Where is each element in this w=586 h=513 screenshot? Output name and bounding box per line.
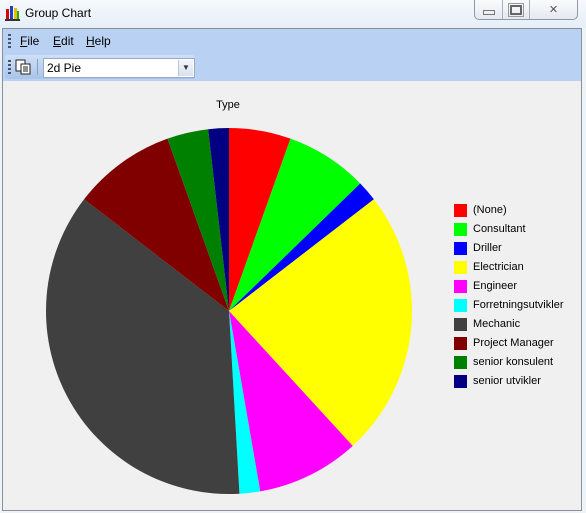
- legend-label: senior utvikler: [473, 375, 541, 387]
- legend-swatch: [454, 337, 467, 350]
- legend-swatch: [454, 261, 467, 274]
- legend-swatch: [454, 318, 467, 331]
- legend-swatch: [454, 356, 467, 369]
- pie-chart: [45, 128, 412, 494]
- legend-label: Electrician: [473, 261, 524, 273]
- maximize-icon: [508, 2, 524, 17]
- legend-swatch: [454, 375, 467, 388]
- chart-area: Type (None) Consultant Driller Electrician E…: [3, 81, 581, 510]
- window-controls: ✕: [474, 0, 578, 20]
- chart-type-value: 2d Pie: [47, 61, 82, 75]
- copy-icon[interactable]: [15, 59, 31, 75]
- legend-swatch: [454, 242, 467, 255]
- chart-app-icon: [5, 6, 20, 21]
- legend-label: Mechanic: [473, 318, 521, 330]
- legend-label: Engineer: [473, 280, 518, 292]
- toolbar-separator: [37, 59, 38, 75]
- legend-label: Project Manager: [473, 337, 554, 349]
- close-button[interactable]: ✕: [530, 0, 577, 19]
- legend-swatch: [454, 280, 467, 293]
- legend-label: Consultant: [473, 223, 526, 235]
- minimize-button[interactable]: [475, 0, 503, 19]
- menu-edit[interactable]: Edit: [53, 34, 74, 48]
- close-icon: ✕: [548, 4, 559, 16]
- legend-label: Forretningsutvikler: [473, 299, 564, 311]
- maximize-button[interactable]: [503, 0, 530, 19]
- toolbar-grip-handle[interactable]: [8, 60, 11, 74]
- legend-swatch: [454, 223, 467, 236]
- menu-help[interactable]: Help: [86, 34, 111, 48]
- window-frame: File Edit Help 2d Pie ▼ Type (None) Consu…: [2, 28, 582, 511]
- toolbar-row: 2d Pie ▼: [3, 53, 581, 81]
- legend-label: (None): [473, 204, 507, 216]
- minimize-icon: [482, 10, 495, 15]
- menu-grip-handle[interactable]: [8, 34, 11, 48]
- menu-file[interactable]: File: [20, 34, 39, 48]
- window-title: Group Chart: [25, 6, 92, 20]
- legend-label: Driller: [473, 242, 502, 254]
- menu-bar: File Edit Help: [3, 29, 581, 53]
- chevron-down-icon[interactable]: ▼: [178, 60, 193, 76]
- toolbar: 2d Pie ▼: [5, 55, 195, 79]
- chart-type-select[interactable]: 2d Pie ▼: [43, 58, 195, 78]
- legend-label: senior konsulent: [473, 356, 554, 368]
- legend-swatch: [454, 299, 467, 312]
- legend-swatch: [454, 204, 467, 217]
- title-bar: Group Chart ✕: [0, 0, 586, 28]
